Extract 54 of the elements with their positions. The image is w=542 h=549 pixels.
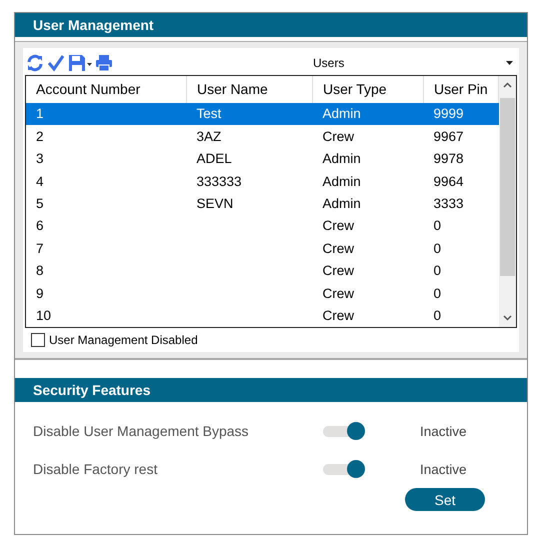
table-cell: Crew [312,124,424,148]
table-cell-text: 9964 [432,172,465,191]
toggle-switch[interactable] [323,422,365,440]
table-cell-text: 7 [35,240,45,258]
table-cell-text: Crew [322,284,356,303]
setting-label: Disable Factory rest [33,461,158,477]
table-cell-text: Admin [322,194,362,213]
panel-title: Security Features [15,378,527,402]
toggle-switch[interactable] [323,460,365,478]
refresh-icon[interactable] [26,54,44,72]
table-cell: 9999 [424,102,498,125]
table-cell: 9967 [424,124,498,148]
table-cell-text: 8 [35,262,45,280]
table-cell-text: Crew [322,307,356,326]
table-cell-text: 4 [35,172,45,191]
panel-title: User Management [15,13,527,37]
table-cell-text: Crew [322,240,356,258]
table-cell-text: 9 [35,284,45,303]
table-cell-text: Crew [322,262,356,280]
save-icon[interactable] [68,54,92,72]
checkbox[interactable] [31,333,45,347]
table-cell-text: ADEL [196,150,233,168]
table-cell: Test [186,102,312,125]
status-text: Inactive [420,424,467,438]
table-cell-text: 9978 [432,150,465,168]
table-cell-text: Admin [322,150,362,168]
set-button[interactable]: Set [405,488,485,511]
table-cell-text: 10 [35,307,52,326]
table-cell: Admin [312,102,424,125]
table-cell-text: 3 [35,150,45,168]
table-cell-text: 0 [432,240,442,258]
table-cell-text: 333333 [196,172,243,191]
scroll-up-icon[interactable] [503,82,512,88]
table-cell: 2 [26,124,186,148]
setting-label: Disable User Management Bypass [33,423,250,439]
table-cell-text: 5 [35,194,45,213]
table-cell: 3AZ [186,124,312,148]
table-cell-text: SEVN [196,194,234,213]
table-cell-text: 3333 [432,194,465,213]
scroll-down-icon[interactable] [503,315,512,321]
caret-icon [506,61,513,65]
table-cell-text: 0 [432,284,442,303]
table-cell-text: Admin [322,172,362,191]
table-cell-text: 0 [432,217,442,236]
print-icon[interactable] [95,54,113,72]
table-cell-text: Crew [322,217,356,236]
scrollbar[interactable] [499,76,516,327]
table-cell-text: 6 [35,217,45,236]
table-cell-text: 0 [432,307,442,326]
table-cell-text: 0 [432,262,442,280]
checkmark-icon[interactable] [47,54,65,72]
table-cell: 1 [26,102,186,125]
checkbox-label: User Management Disabled [49,333,198,347]
status-text: Inactive [420,462,467,476]
